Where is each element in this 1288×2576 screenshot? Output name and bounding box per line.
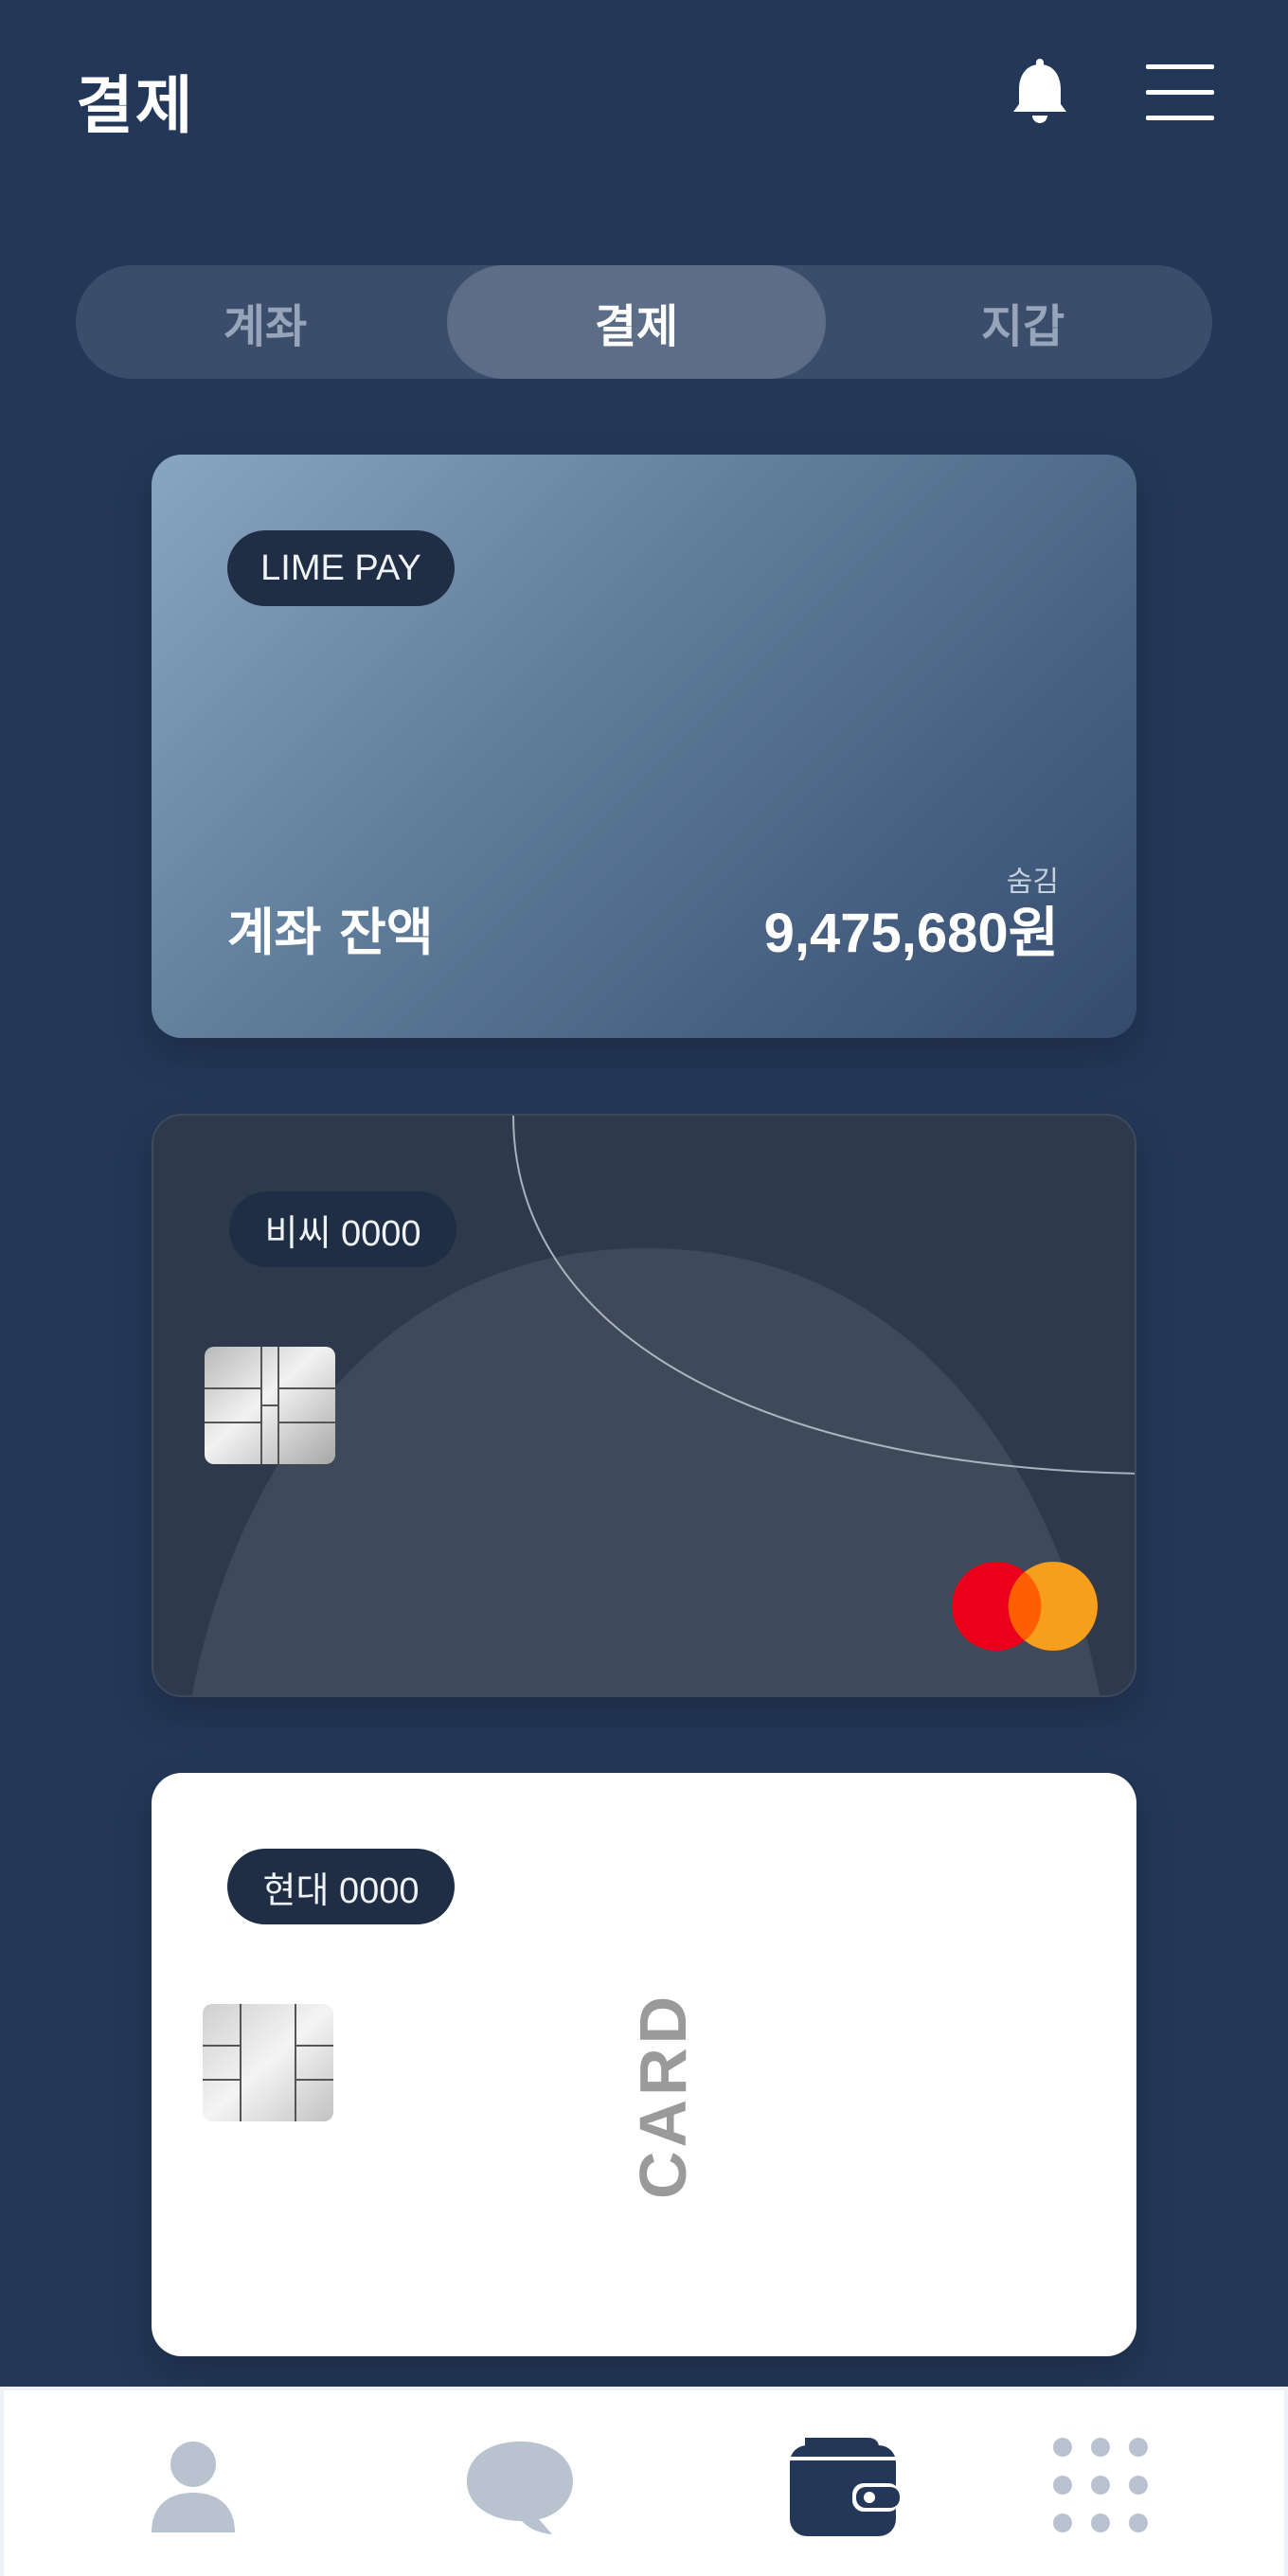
card-badge-bc: 비씨 0000 <box>229 1191 456 1267</box>
tab-wallet[interactable]: 지갑 <box>833 265 1212 379</box>
bottom-nav <box>0 2387 1288 2576</box>
hyundai-card[interactable]: 현대 0000 CARD <box>152 1773 1136 2356</box>
grid-dots-icon <box>1053 2438 1148 2532</box>
card-badge-lime-pay: LIME PAY <box>227 530 455 606</box>
nav-wallet[interactable] <box>786 2428 900 2542</box>
balance-label: 계좌 잔액 <box>227 903 434 962</box>
chat-bubble-icon <box>467 2442 573 2534</box>
card-badge-hyundai: 현대 0000 <box>227 1849 455 1924</box>
nav-profile[interactable] <box>136 2428 250 2542</box>
tab-payment[interactable]: 결제 <box>447 265 826 379</box>
tab-account[interactable]: 계좌 <box>76 265 455 379</box>
bc-card[interactable]: 비씨 0000 <box>152 1114 1136 1697</box>
mastercard-logo <box>952 1562 1098 1651</box>
account-balance-card[interactable]: LIME PAY 계좌 잔액 숨김 9,475,680원 <box>152 455 1136 1038</box>
bell-icon[interactable] <box>1010 59 1070 127</box>
balance-value: 9,475,680원 <box>763 903 1059 964</box>
wallet-icon <box>790 2438 900 2536</box>
nav-chat[interactable] <box>463 2428 577 2542</box>
chip-icon <box>203 2004 333 2121</box>
hamburger-menu-icon[interactable] <box>1146 63 1214 123</box>
page-title: 결제 <box>76 69 195 142</box>
header: 결제 <box>0 0 1288 189</box>
card-vertical-text: CARD <box>626 1992 700 2199</box>
segmented-tabs: 계좌 결제 지갑 <box>76 265 1212 379</box>
chip-icon <box>205 1347 335 1464</box>
user-icon <box>152 2442 235 2532</box>
nav-more[interactable] <box>1044 2428 1157 2542</box>
